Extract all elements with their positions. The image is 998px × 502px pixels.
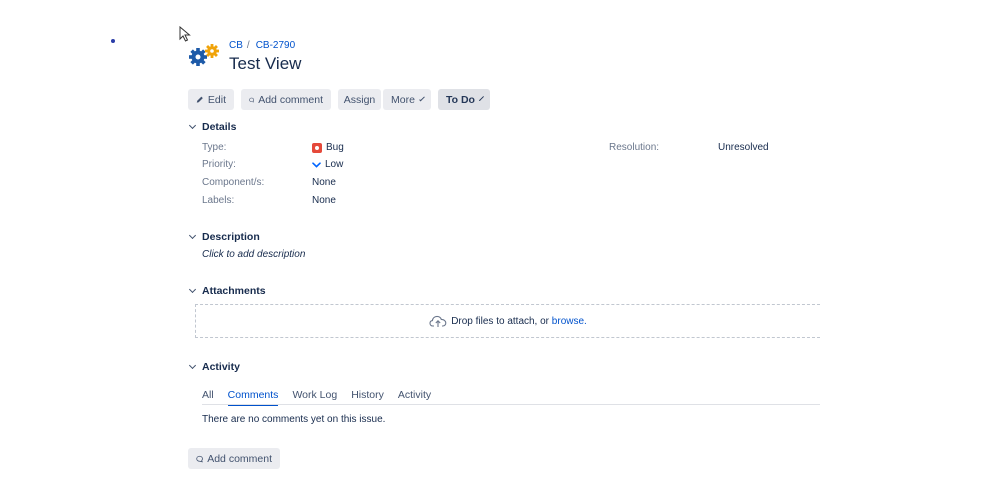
details-section-toggle[interactable]: Details bbox=[188, 121, 236, 133]
dropzone-text: Drop files to attach, or bbox=[451, 315, 550, 327]
browse-link[interactable]: browse. bbox=[552, 316, 587, 327]
add-comment-bottom-label: Add comment bbox=[207, 452, 272, 465]
chevron-down-icon bbox=[419, 95, 425, 101]
activity-section-toggle[interactable]: Activity bbox=[188, 361, 240, 373]
breadcrumb-project-link[interactable]: CB bbox=[229, 40, 243, 51]
attachments-heading: Attachments bbox=[202, 285, 266, 297]
edit-button-label: Edit bbox=[207, 93, 226, 106]
labels-label: Labels: bbox=[202, 195, 235, 206]
add-comment-button-label: Add comment bbox=[258, 93, 323, 106]
description-section-toggle[interactable]: Description bbox=[188, 231, 260, 243]
breadcrumb-separator: / bbox=[246, 39, 250, 51]
type-label: Type: bbox=[202, 142, 227, 153]
pencil-icon bbox=[196, 96, 203, 103]
labels-value[interactable]: None bbox=[312, 195, 336, 206]
resolution-label: Resolution: bbox=[609, 142, 660, 153]
bug-icon bbox=[312, 142, 322, 153]
project-gears-icon bbox=[189, 44, 219, 66]
breadcrumb: CB / CB-2790 bbox=[229, 39, 295, 51]
issue-toolbar: Edit Add comment Assign More To Do bbox=[188, 89, 490, 110]
type-value-text: Bug bbox=[326, 142, 344, 153]
details-heading: Details bbox=[202, 121, 237, 133]
attachments-section-toggle[interactable]: Attachments bbox=[188, 285, 266, 297]
priority-low-icon bbox=[312, 161, 321, 168]
attachment-dropzone[interactable]: Drop files to attach, or browse. bbox=[195, 304, 820, 338]
cloud-upload-icon bbox=[429, 315, 447, 327]
chevron-down-icon bbox=[188, 361, 197, 370]
breadcrumb-issue-key-link[interactable]: CB-2790 bbox=[256, 40, 295, 51]
priority-value: Low bbox=[312, 159, 343, 170]
assign-button[interactable]: Assign bbox=[338, 89, 381, 110]
description-heading: Description bbox=[202, 231, 260, 243]
stray-dot bbox=[111, 39, 115, 43]
status-transition-button[interactable]: To Do bbox=[438, 89, 490, 110]
mouse-cursor-icon bbox=[179, 26, 191, 42]
activity-heading: Activity bbox=[202, 361, 240, 373]
issue-view-page: CB / CB-2790 Test View Edit Add comment … bbox=[0, 0, 998, 502]
add-comment-bottom-button[interactable]: Add comment bbox=[188, 448, 280, 469]
no-comments-message: There are no comments yet on this issue. bbox=[202, 414, 386, 425]
chevron-down-icon bbox=[188, 285, 197, 294]
chevron-down-icon bbox=[478, 95, 484, 101]
type-value: Bug bbox=[312, 142, 344, 153]
more-dropdown-button[interactable]: More bbox=[383, 89, 431, 110]
components-value: None bbox=[312, 177, 336, 188]
assign-button-label: Assign bbox=[343, 93, 376, 106]
chevron-down-icon bbox=[188, 121, 197, 130]
comment-icon bbox=[249, 97, 254, 102]
description-placeholder[interactable]: Click to add description bbox=[202, 249, 305, 260]
more-button-label: More bbox=[391, 93, 415, 106]
chevron-down-icon bbox=[188, 231, 197, 240]
issue-title[interactable]: Test View bbox=[229, 54, 301, 74]
edit-button[interactable]: Edit bbox=[188, 89, 234, 110]
add-comment-button[interactable]: Add comment bbox=[241, 89, 331, 110]
priority-value-text: Low bbox=[325, 159, 344, 170]
comment-icon bbox=[196, 455, 203, 462]
priority-label: Priority: bbox=[202, 159, 236, 170]
status-button-label: To Do bbox=[446, 93, 475, 106]
resolution-value: Unresolved bbox=[718, 142, 769, 153]
components-label: Component/s: bbox=[202, 177, 265, 188]
tabs-divider bbox=[202, 404, 820, 405]
